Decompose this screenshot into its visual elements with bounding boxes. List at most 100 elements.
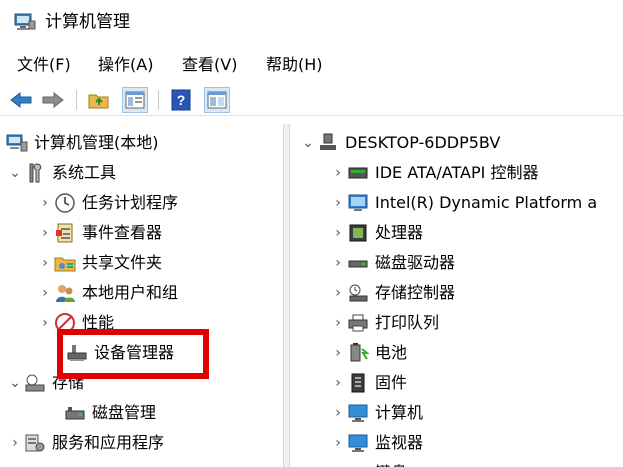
forward-icon[interactable] [40,87,66,113]
device-label: 磁盘驱动器 [375,253,456,272]
device-category[interactable]: › 打印队列 [329,308,439,338]
device-label: 键盘 [375,462,407,467]
tree-item-local-users-groups[interactable]: › 本地用户和组 [36,278,178,308]
tree-item-label: 系统工具 [52,163,117,182]
device-label: 计算机 [375,403,424,422]
chevron-right-icon[interactable]: › [6,428,24,458]
keyboard-icon [347,462,369,467]
users-icon [54,282,76,304]
toolbar-separator [76,90,77,110]
device-root[interactable]: ⌄ DESKTOP-6DDP5BV [299,128,500,158]
chevron-down-icon[interactable]: ⌄ [6,158,24,188]
tree-item-services-applications[interactable]: › 服务和应用程序 [6,428,164,458]
device-label: 电池 [375,343,408,362]
menu-help[interactable]: 帮助(H) [263,53,326,77]
device-category[interactable]: › 固件 [329,368,407,398]
back-icon[interactable] [8,87,34,113]
menu-action[interactable]: 操作(A) [95,53,156,77]
computer-management-icon [6,132,28,154]
computer-icon [317,132,339,154]
device-category[interactable]: › 监视器 [329,428,423,458]
tools-icon [24,162,46,184]
chevron-right-icon[interactable]: › [329,188,347,218]
device-category[interactable]: › 磁盘驱动器 [329,248,455,278]
device-tree: ⌄ DESKTOP-6DDP5BV › IDE ATA/ATAPI 控制器 › … [291,124,623,467]
services-icon [24,432,46,454]
device-category[interactable]: › 电池 [329,338,407,368]
chevron-right-icon[interactable]: › [329,428,347,458]
device-label: 固件 [375,373,408,392]
storage-icon [24,372,46,394]
window-title: 计算机管理 [45,12,130,32]
device-label: IDE ATA/ATAPI 控制器 [375,163,539,182]
menu-file[interactable]: 文件(F) [14,53,74,77]
processor-icon [347,222,369,244]
console-tree: 计算机管理(本地) ⌄ 系统工具 › 任务计划程序 › 事件查看器 › 共享文件… [0,124,284,467]
chevron-right-icon[interactable]: › [329,278,347,308]
chevron-right-icon[interactable]: › [36,278,54,308]
title-bar: 计算机管理 [0,0,623,44]
show-hide-tree-icon[interactable] [122,87,148,113]
battery-icon [347,342,369,364]
menu-bar: 文件(F) 操作(A) 查看(V) 帮助(H) [0,50,623,80]
computer-management-icon [14,13,36,31]
help-icon[interactable]: ? [168,87,194,113]
device-label: Intel(R) Dynamic Platform a [375,193,598,212]
tree-item-shared-folders[interactable]: › 共享文件夹 [36,248,162,278]
properties-icon[interactable] [204,87,230,113]
tree-item-label: 计算机管理(本地) [34,133,159,152]
chevron-right-icon[interactable]: › [329,398,347,428]
chevron-down-icon[interactable]: ⌄ [299,128,317,158]
disk-management-icon [64,402,86,424]
tree-item-label: 事件查看器 [82,223,163,242]
tree-item-label: 服务和应用程序 [52,433,165,452]
chevron-down-icon[interactable]: ⌄ [6,368,24,398]
chevron-right-icon[interactable]: › [36,218,54,248]
chevron-right-icon[interactable]: › [329,308,347,338]
disk-drive-icon [347,252,369,274]
chevron-right-icon[interactable]: › [329,218,347,248]
chevron-right-icon[interactable]: › [329,338,347,368]
pane-splitter[interactable] [284,124,290,467]
device-label: 监视器 [375,433,424,452]
tree-item-label: 磁盘管理 [92,403,157,422]
device-category[interactable]: › Intel(R) Dynamic Platform a [329,188,597,218]
event-viewer-icon [54,222,76,244]
monitor-icon [347,432,369,454]
intel-platform-icon [347,192,369,214]
shared-folder-icon [54,252,76,274]
toolbar-separator [158,90,159,110]
printer-icon [347,312,369,334]
monitor-icon [347,402,369,424]
tree-item-label: 共享文件夹 [82,253,163,272]
tree-item-computer-management[interactable]: 计算机管理(本地) [6,128,159,158]
up-folder-icon[interactable] [86,87,112,113]
chevron-right-icon[interactable]: › [329,248,347,278]
tree-item-disk-management[interactable]: 磁盘管理 [64,398,156,428]
device-label: 存储控制器 [375,283,456,302]
svg-text:?: ? [177,92,186,108]
chevron-right-icon[interactable]: › [36,308,54,338]
device-category[interactable]: › 计算机 [329,398,423,428]
chevron-right-icon[interactable]: › [36,248,54,278]
tree-item-event-viewer[interactable]: › 事件查看器 [36,218,162,248]
device-category[interactable]: › 处理器 [329,218,423,248]
ide-controller-icon [347,162,369,184]
storage-controller-icon [347,282,369,304]
device-category[interactable]: › IDE ATA/ATAPI 控制器 [329,158,538,188]
device-label: 打印队列 [375,313,440,332]
chevron-right-icon[interactable]: › [36,188,54,218]
tree-item-system-tools[interactable]: ⌄ 系统工具 [6,158,116,188]
menu-view[interactable]: 查看(V) [179,53,240,77]
chevron-right-icon[interactable]: › [329,368,347,398]
chevron-right-icon[interactable]: › [329,158,347,188]
tree-item-label: 本地用户和组 [82,283,179,302]
device-label: 处理器 [375,223,424,242]
device-category[interactable]: › 存储控制器 [329,278,455,308]
toolbar: ? [0,84,623,116]
tree-item-label: 任务计划程序 [82,193,179,212]
tree-item-task-scheduler[interactable]: › 任务计划程序 [36,188,178,218]
device-category[interactable]: › 键盘 [329,458,407,467]
chevron-right-icon[interactable]: › [329,458,347,467]
firmware-icon [347,372,369,394]
